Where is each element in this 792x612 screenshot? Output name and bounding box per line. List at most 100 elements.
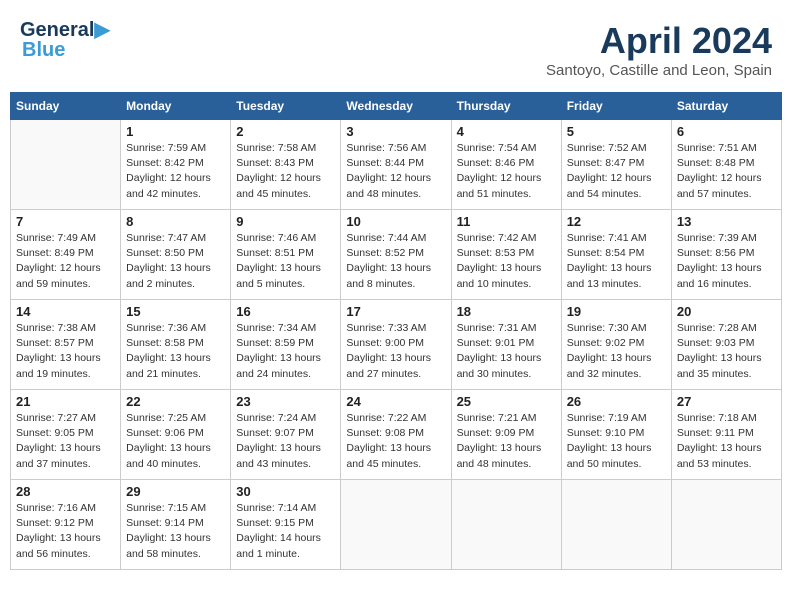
week-row-1: 1 Sunrise: 7:59 AMSunset: 8:42 PMDaylight… [11,120,782,210]
logo: General▶ Blue [20,20,110,60]
day-number: 22 [126,394,225,409]
week-row-3: 14Sunrise: 7:38 AMSunset: 8:57 PMDayligh… [11,300,782,390]
col-header-sunday: Sunday [11,93,121,120]
day-info: Sunrise: 7:36 AMSunset: 8:58 PMDaylight:… [126,321,225,382]
col-header-tuesday: Tuesday [231,93,341,120]
day-info: Sunrise: 7:34 AMSunset: 8:59 PMDaylight:… [236,321,335,382]
day-info: Sunrise: 7:30 AMSunset: 9:02 PMDaylight:… [567,321,666,382]
logo-blue: Blue [22,40,65,60]
day-info: Sunrise: 7:33 AMSunset: 9:00 PMDaylight:… [346,321,445,382]
day-info: Sunrise: 7:18 AMSunset: 9:11 PMDaylight:… [677,411,776,472]
day-info: Sunrise: 7:38 AMSunset: 8:57 PMDaylight:… [16,321,115,382]
day-number: 16 [236,304,335,319]
day-cell: 20 Sunrise: 7:28 AMSunset: 9:03 PMDayligh… [671,300,781,390]
day-info: Sunrise: 7:54 AMSunset: 8:46 PMDaylight:… [457,141,556,202]
day-info: Sunrise: 7:22 AMSunset: 9:08 PMDaylight:… [346,411,445,472]
day-info: Sunrise: 7:16 AMSunset: 9:12 PMDaylight:… [16,501,115,562]
day-number: 3 [346,124,445,139]
day-number: 18 [457,304,556,319]
day-info: Sunrise: 7:31 AMSunset: 9:01 PMDaylight:… [457,321,556,382]
day-cell [671,480,781,570]
day-number: 1 [126,124,225,139]
day-number: 25 [457,394,556,409]
week-row-5: 28 Sunrise: 7:16 AMSunset: 9:12 PMDayligh… [11,480,782,570]
location: Santoyo, Castille and Leon, Spain [546,62,772,79]
logo-text: General▶ [20,20,110,40]
day-cell: 2 Sunrise: 7:58 AMSunset: 8:43 PMDaylight… [231,120,341,210]
day-number: 17 [346,304,445,319]
day-cell: 19 Sunrise: 7:30 AMSunset: 9:02 PMDayligh… [561,300,671,390]
week-row-2: 7 Sunrise: 7:49 AMSunset: 8:49 PMDaylight… [11,210,782,300]
day-number: 27 [677,394,776,409]
day-number: 23 [236,394,335,409]
day-info: Sunrise: 7:24 AMSunset: 9:07 PMDaylight:… [236,411,335,472]
col-header-saturday: Saturday [671,93,781,120]
day-number: 5 [567,124,666,139]
day-info: Sunrise: 7:14 AMSunset: 9:15 PMDaylight:… [236,501,335,562]
col-header-monday: Monday [121,93,231,120]
day-info: Sunrise: 7:52 AMSunset: 8:47 PMDaylight:… [567,141,666,202]
day-number: 20 [677,304,776,319]
day-number: 29 [126,484,225,499]
day-cell: 18 Sunrise: 7:31 AMSunset: 9:01 PMDayligh… [451,300,561,390]
calendar: SundayMondayTuesdayWednesdayThursdayFrid… [10,92,782,570]
day-cell: 30Sunrise: 7:14 AMSunset: 9:15 PMDayligh… [231,480,341,570]
day-info: Sunrise: 7:56 AMSunset: 8:44 PMDaylight:… [346,141,445,202]
day-cell: 16 Sunrise: 7:34 AMSunset: 8:59 PMDayligh… [231,300,341,390]
day-cell: 21Sunrise: 7:27 AMSunset: 9:05 PMDayligh… [11,390,121,480]
day-number: 19 [567,304,666,319]
week-row-4: 21Sunrise: 7:27 AMSunset: 9:05 PMDayligh… [11,390,782,480]
day-info: Sunrise: 7:39 AMSunset: 8:56 PMDaylight:… [677,231,776,292]
day-cell: 4 Sunrise: 7:54 AMSunset: 8:46 PMDaylight… [451,120,561,210]
day-number: 13 [677,214,776,229]
day-number: 2 [236,124,335,139]
day-info: Sunrise: 7:25 AMSunset: 9:06 PMDaylight:… [126,411,225,472]
day-cell [11,120,121,210]
col-header-thursday: Thursday [451,93,561,120]
day-info: Sunrise: 7:28 AMSunset: 9:03 PMDaylight:… [677,321,776,382]
day-cell: 28 Sunrise: 7:16 AMSunset: 9:12 PMDayligh… [11,480,121,570]
day-number: 9 [236,214,335,229]
day-cell: 25 Sunrise: 7:21 AMSunset: 9:09 PMDayligh… [451,390,561,480]
day-number: 8 [126,214,225,229]
header-row: SundayMondayTuesdayWednesdayThursdayFrid… [11,93,782,120]
day-number: 12 [567,214,666,229]
day-number: 11 [457,214,556,229]
day-info: Sunrise: 7:59 AMSunset: 8:42 PMDaylight:… [126,141,225,202]
day-info: Sunrise: 7:21 AMSunset: 9:09 PMDaylight:… [457,411,556,472]
day-info: Sunrise: 7:51 AMSunset: 8:48 PMDaylight:… [677,141,776,202]
day-cell: 23 Sunrise: 7:24 AMSunset: 9:07 PMDayligh… [231,390,341,480]
day-number: 7 [16,214,115,229]
month-title: April 2024 [546,20,772,62]
day-number: 4 [457,124,556,139]
day-number: 28 [16,484,115,499]
day-cell: 7 Sunrise: 7:49 AMSunset: 8:49 PMDaylight… [11,210,121,300]
day-cell: 11Sunrise: 7:42 AMSunset: 8:53 PMDayligh… [451,210,561,300]
day-info: Sunrise: 7:46 AMSunset: 8:51 PMDaylight:… [236,231,335,292]
day-cell: 10 Sunrise: 7:44 AMSunset: 8:52 PMDayligh… [341,210,451,300]
day-number: 10 [346,214,445,229]
header: General▶ Blue April 2024 Santoyo, Castil… [10,10,782,84]
day-cell [341,480,451,570]
day-cell: 26 Sunrise: 7:19 AMSunset: 9:10 PMDayligh… [561,390,671,480]
day-info: Sunrise: 7:49 AMSunset: 8:49 PMDaylight:… [16,231,115,292]
day-info: Sunrise: 7:44 AMSunset: 8:52 PMDaylight:… [346,231,445,292]
day-cell: 12 Sunrise: 7:41 AMSunset: 8:54 PMDayligh… [561,210,671,300]
day-info: Sunrise: 7:15 AMSunset: 9:14 PMDaylight:… [126,501,225,562]
title-area: April 2024 Santoyo, Castille and Leon, S… [546,20,772,79]
day-cell: 9 Sunrise: 7:46 AMSunset: 8:51 PMDaylight… [231,210,341,300]
day-info: Sunrise: 7:19 AMSunset: 9:10 PMDaylight:… [567,411,666,472]
col-header-wednesday: Wednesday [341,93,451,120]
day-number: 6 [677,124,776,139]
day-info: Sunrise: 7:41 AMSunset: 8:54 PMDaylight:… [567,231,666,292]
day-info: Sunrise: 7:47 AMSunset: 8:50 PMDaylight:… [126,231,225,292]
day-cell: 29 Sunrise: 7:15 AMSunset: 9:14 PMDayligh… [121,480,231,570]
day-info: Sunrise: 7:58 AMSunset: 8:43 PMDaylight:… [236,141,335,202]
day-cell: 17 Sunrise: 7:33 AMSunset: 9:00 PMDayligh… [341,300,451,390]
day-number: 24 [346,394,445,409]
day-cell [451,480,561,570]
day-cell: 22 Sunrise: 7:25 AMSunset: 9:06 PMDayligh… [121,390,231,480]
day-number: 26 [567,394,666,409]
day-cell: 13 Sunrise: 7:39 AMSunset: 8:56 PMDayligh… [671,210,781,300]
day-cell: 6 Sunrise: 7:51 AMSunset: 8:48 PMDaylight… [671,120,781,210]
